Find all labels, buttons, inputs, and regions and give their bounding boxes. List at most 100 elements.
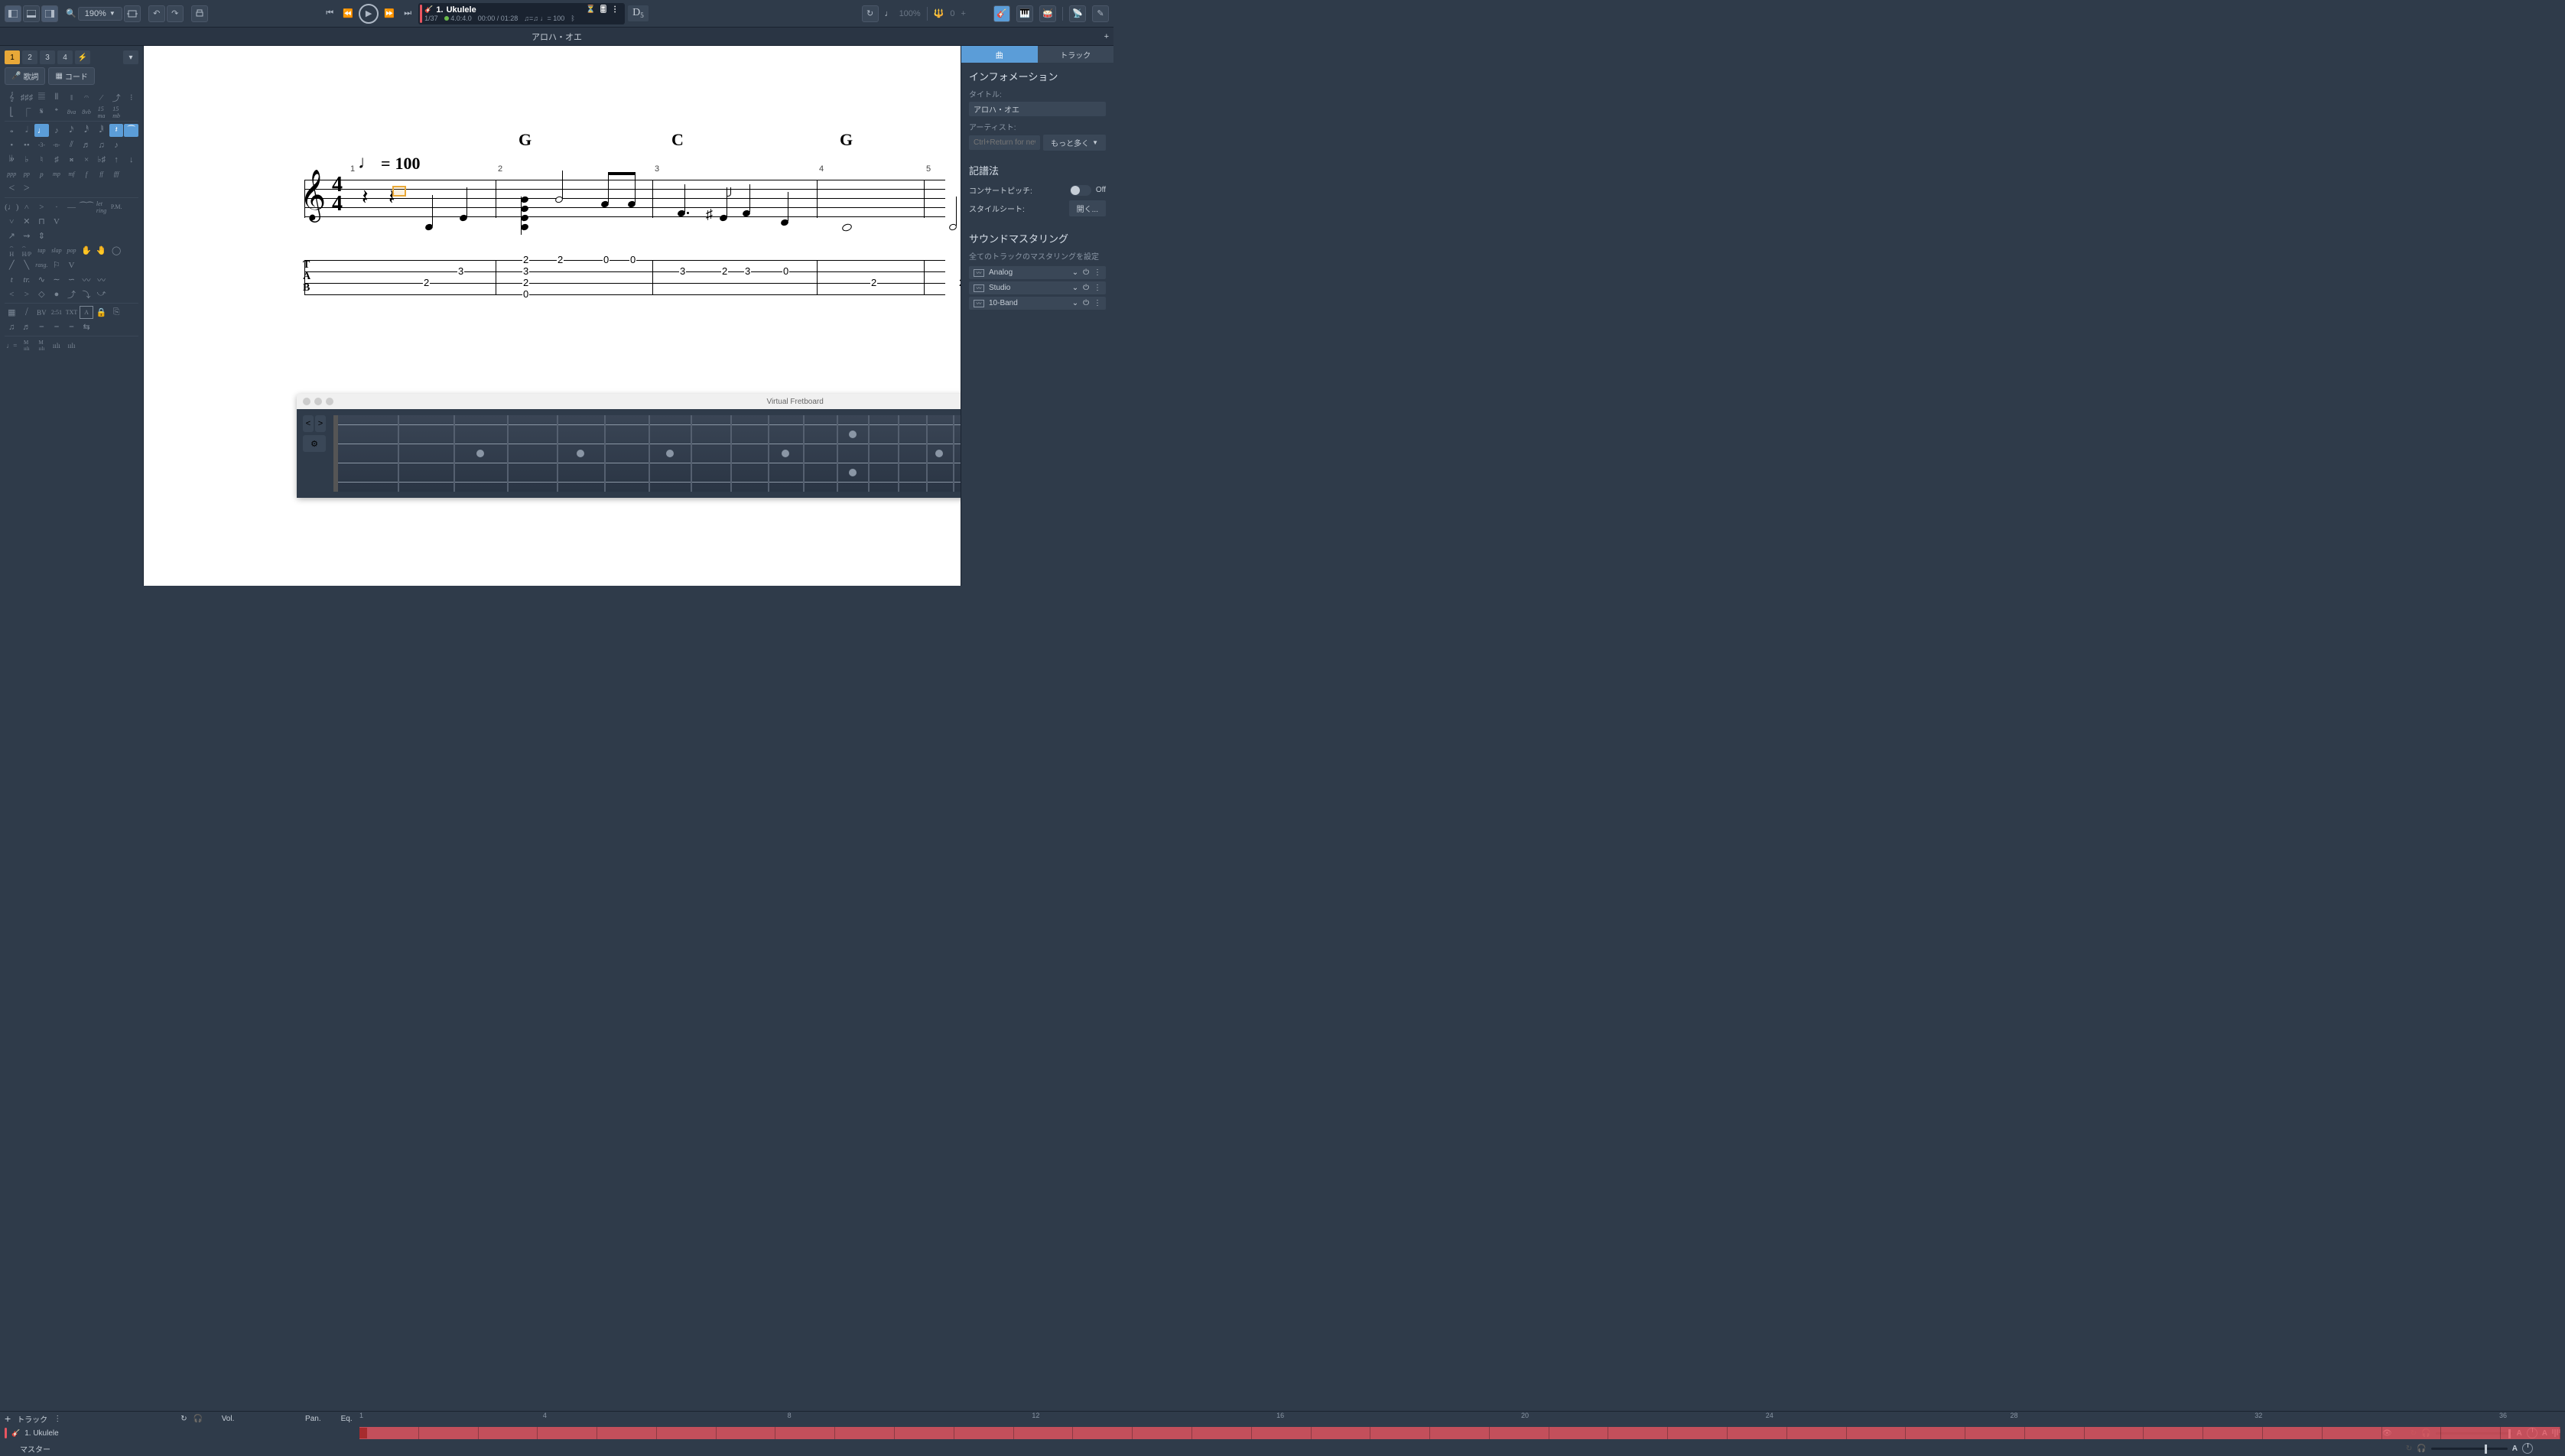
tuner-button[interactable]: 📡	[1069, 5, 1086, 22]
timeline-measure[interactable]	[419, 1427, 479, 1439]
timeline-measure[interactable]	[835, 1427, 895, 1439]
natural-tool[interactable]: ♮	[34, 153, 49, 166]
8va-tool[interactable]: 8va	[64, 106, 79, 119]
pick-down-tool[interactable]: ⊓	[34, 215, 49, 228]
tool-d[interactable]: ⎯	[50, 320, 64, 333]
panel-right-toggle[interactable]	[41, 5, 58, 22]
open-stylesheet-button[interactable]: 開く...	[1069, 200, 1106, 216]
legato-tool[interactable]: ⁀⁀	[80, 200, 94, 213]
tab-fret-number[interactable]: 2	[958, 277, 961, 288]
timeline-measure[interactable]	[1252, 1427, 1312, 1439]
clef-tool[interactable]: 𝄞	[5, 91, 19, 104]
tie-tool[interactable]: ⁀	[124, 124, 138, 137]
timeline-measure[interactable]	[1014, 1427, 1074, 1439]
dyn-mf[interactable]: mf	[64, 167, 79, 180]
tab-fret-number[interactable]: 3	[679, 265, 686, 277]
concert-pitch-toggle[interactable]	[1070, 185, 1091, 196]
tab-fret-number[interactable]: 0	[782, 265, 789, 277]
timeline-measure[interactable]	[1847, 1427, 1907, 1439]
sharp-tool[interactable]: ♯	[50, 153, 64, 166]
tab-track[interactable]: トラック	[1038, 46, 1114, 63]
goto-end-button[interactable]: ⏭	[400, 6, 415, 21]
quarter-note[interactable]: ♩	[34, 124, 49, 137]
tuplet-n-tool[interactable]: -n-	[50, 138, 64, 151]
redo-button[interactable]: ↷	[167, 5, 184, 22]
rest-tool[interactable]: 𝄽	[109, 124, 124, 137]
tool-c[interactable]: ⎯	[34, 320, 49, 333]
ending-tool[interactable]: ⎾	[20, 106, 34, 119]
tremolo-bar-tool[interactable]: ⤵	[80, 288, 94, 301]
trill-tool[interactable]: t	[5, 273, 19, 286]
effect-analog[interactable]: 〰 Analog ⌄ ⏻ ⋮	[969, 266, 1106, 279]
fit-width-button[interactable]	[124, 5, 141, 22]
bend-tool[interactable]: ⤴	[64, 288, 79, 301]
effect-dropdown-icon[interactable]: ⌄	[1072, 299, 1078, 307]
section-tool[interactable]: ⎣	[5, 106, 19, 119]
maximize-dot[interactable]	[326, 398, 333, 405]
record-icon[interactable]: ↻	[180, 1415, 187, 1423]
timeline-measure[interactable]	[359, 1427, 419, 1439]
tap-tool[interactable]: tap	[34, 244, 49, 257]
slap-tool[interactable]: slap	[50, 244, 64, 257]
more-icon[interactable]: ⋮	[1094, 268, 1101, 277]
timeline-measure[interactable]	[1133, 1427, 1192, 1439]
semitone-up[interactable]: ↑	[109, 153, 124, 166]
whammy-tool[interactable]: ⤻	[94, 288, 109, 301]
dyn-ppp[interactable]: ppp	[5, 167, 19, 180]
goto-start-button[interactable]: ⏮	[322, 6, 337, 21]
dot-tool[interactable]: •	[5, 138, 19, 151]
timeline-measure[interactable]	[1906, 1427, 1965, 1439]
timeline-measure[interactable]	[1192, 1427, 1252, 1439]
track-info-display[interactable]: 🎸 1. Ukulele ⏳ 🎚 ⋮ 1/37 4.0:4.0 00:00 / …	[418, 3, 625, 24]
accent-tool[interactable]: ˄	[20, 200, 34, 213]
bend-up-tool[interactable]: >	[20, 288, 34, 301]
repeat-tool[interactable]: ⦀	[50, 91, 64, 104]
slash-note-tool[interactable]: ⧸	[20, 306, 34, 319]
timeline-measure[interactable]	[954, 1427, 1014, 1439]
v-tool[interactable]: V	[64, 258, 79, 271]
barline-tool[interactable]: ‖	[64, 91, 79, 104]
tremolo-tool[interactable]: ⫽	[64, 138, 79, 151]
fretboard-next-button[interactable]: >	[315, 415, 326, 432]
dead-note-tool[interactable]: ✕	[20, 215, 34, 228]
dyn-pp[interactable]: pp	[20, 167, 34, 180]
doublesharp-tool[interactable]: 𝄪	[64, 153, 79, 166]
pm-tool[interactable]: P.M.	[109, 200, 124, 213]
flag-tool[interactable]: ⚐	[50, 258, 64, 271]
keysig-tool[interactable]: ♯♯♯	[20, 91, 34, 104]
timeline-measure[interactable]	[479, 1427, 538, 1439]
staccato-tool[interactable]: ·	[50, 200, 64, 213]
barre-tool[interactable]: BV	[34, 306, 49, 319]
view-keyboard-button[interactable]: 🎹	[1016, 5, 1033, 22]
panel-bottom-toggle[interactable]	[23, 5, 40, 22]
dyn-mp[interactable]: mp	[50, 167, 64, 180]
tool-b[interactable]: ⁝	[124, 91, 138, 104]
fretboard-window[interactable]: Virtual Fretboard < > ⚙	[297, 394, 961, 498]
letring-tool[interactable]: letring	[94, 200, 109, 213]
crescendo-tool[interactable]: <	[5, 182, 19, 195]
tab-fret-number[interactable]: 2	[721, 265, 728, 277]
tool-f[interactable]: ⇆	[80, 320, 94, 333]
alt2-tool[interactable]: ♭♯	[94, 153, 109, 166]
tablature-staff[interactable]: T A B 23023220032302202320	[304, 260, 945, 294]
rasg-tool[interactable]: ⇕	[34, 229, 49, 242]
timeline-measure[interactable]	[538, 1427, 597, 1439]
half-note[interactable]: 𝅗𝅥	[20, 124, 34, 137]
slash-tool[interactable]: ⁄	[94, 91, 109, 104]
tab-fret-number[interactable]: 3	[744, 265, 751, 277]
score-view[interactable]: G C G D ♩= 100 𝄞 44	[144, 46, 961, 586]
lock-tool[interactable]: 🔒	[94, 306, 109, 319]
tab-fret-number[interactable]: 2	[423, 277, 430, 288]
slide-tool[interactable]: ╱	[5, 258, 19, 271]
minimize-dot[interactable]	[314, 398, 322, 405]
tool-a[interactable]: ⤴	[109, 91, 124, 104]
wide-vibrato-tool[interactable]: 〰	[94, 273, 109, 286]
flat-tool[interactable]: ♭	[20, 153, 34, 166]
rasg-text[interactable]: rasg.	[34, 258, 49, 271]
timeline-measure[interactable]	[1490, 1427, 1549, 1439]
tab-fret-number[interactable]: 3	[522, 265, 529, 277]
timeline-measure[interactable]	[2441, 1427, 2501, 1439]
dyn-ff[interactable]: ff	[94, 167, 109, 180]
grace3-tool[interactable]: ♪	[109, 138, 124, 151]
timeline-measure[interactable]	[1728, 1427, 1787, 1439]
